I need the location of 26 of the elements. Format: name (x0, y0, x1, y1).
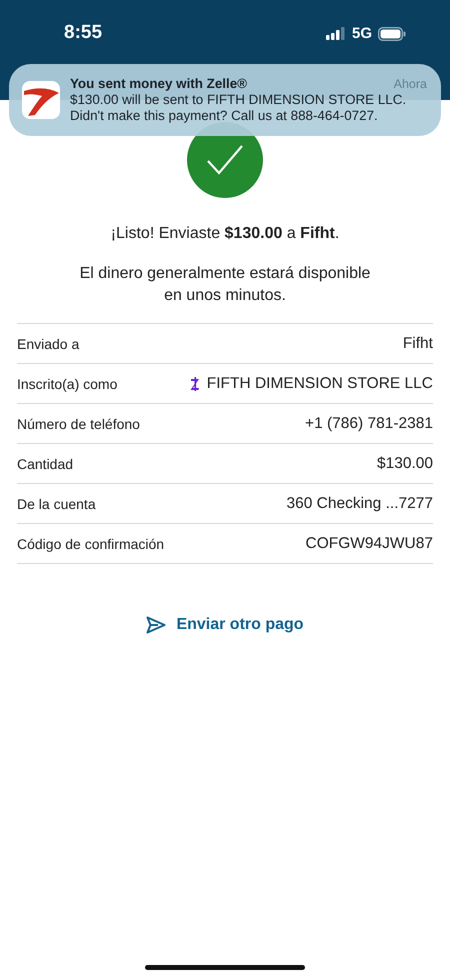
detail-value: FIFTH DIMENSION STORE LLC (206, 374, 433, 392)
detail-value: $130.00 (376, 454, 433, 472)
availability-note: El dinero generalmente estará disponible en unos minutos. (78, 264, 372, 306)
detail-value: Fifht (402, 334, 433, 352)
detail-value: 360 Checking ...7277 (286, 494, 433, 512)
confirmation-message: ¡Listo! Enviaste $130.00 a Fifht. (110, 224, 340, 244)
detail-label: Número de teléfono (17, 416, 140, 432)
zelle-icon (190, 376, 202, 390)
detail-label: Enviado a (17, 336, 80, 352)
detail-label: Inscrito(a) como (17, 376, 118, 392)
network-label: 5G (352, 25, 372, 42)
notification-time: Ahora (394, 76, 427, 92)
notification-body: $130.00 will be sent to FIFTH DIMENSION STORE LLC. Didn't make this payment? Call us at 888-464-0727. (70, 92, 408, 124)
send-icon (146, 616, 166, 634)
send-another-payment-link[interactable]: Enviar otro pago (142, 612, 308, 638)
detail-value: +1 (786) 781-2381 (305, 414, 433, 432)
signal-icon (326, 27, 346, 40)
detail-value: COFGW94JWU87 (306, 534, 433, 552)
clock-time: 8:55 (64, 22, 102, 44)
notification-title: You sent money with Zelle® (70, 76, 248, 92)
battery-icon (378, 26, 406, 40)
notification-banner[interactable]: You sent money with Zelle® Ahora $130.00 will be sent to FIFTH DIMENSION STORE LLC. Didn't make this payment? Call us at 888-464-0727. (9, 64, 441, 136)
detail-label: De la cuenta (17, 496, 96, 512)
detail-label: Cantidad (17, 456, 74, 472)
bank-logo-icon (22, 81, 60, 119)
detail-label: Código de confirmación (17, 536, 164, 552)
